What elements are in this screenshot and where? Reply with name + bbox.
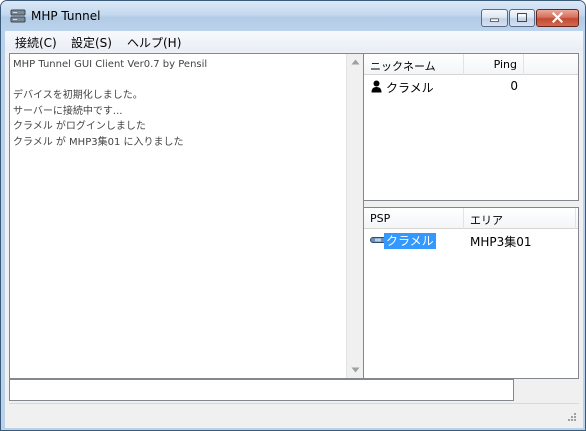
log-line: サーバーに接続中です...: [13, 105, 123, 117]
psp-row[interactable]: クラメル MHP3集01: [364, 232, 578, 250]
column-ping[interactable]: Ping: [464, 54, 524, 75]
maximize-icon: [517, 13, 527, 22]
user-icon: [371, 80, 382, 93]
minimize-button[interactable]: [481, 9, 508, 27]
menu-help[interactable]: ヘルプ(H): [127, 34, 181, 51]
menu-settings[interactable]: 設定(S): [71, 34, 112, 51]
log-line: デバイスを初期化しました。: [13, 90, 143, 101]
menu-connect[interactable]: 接続(C): [15, 34, 57, 51]
psp-list[interactable]: PSP エリア クラメル MHP3集01: [363, 207, 579, 379]
user-ping: 0: [510, 79, 518, 93]
log-line: クラメル がログインしました: [13, 121, 146, 132]
user-nickname: クラメル: [386, 81, 434, 95]
column-nickname[interactable]: ニックネーム: [364, 54, 464, 75]
log-text: MHP Tunnel GUI Client Ver0.7 by Pensil ​デ…: [13, 57, 343, 150]
psp-list-header: PSP エリア: [364, 208, 578, 229]
scroll-up-icon[interactable]: [351, 59, 360, 65]
log-line: クラメル が MHP3集01 に入りました: [13, 136, 184, 148]
client-area: MHP Tunnel GUI Client Ver0.7 by Pensil ​デ…: [5, 51, 583, 428]
resize-grip-icon[interactable]: [566, 411, 577, 422]
title-bar[interactable]: MHP Tunnel: [1, 1, 585, 31]
user-row[interactable]: クラメル 0: [364, 78, 578, 96]
column-area[interactable]: エリア: [464, 208, 576, 229]
log-line: MHP Tunnel GUI Client Ver0.7 by Pensil: [13, 59, 208, 70]
menu-bar: 接続(C) 設定(S) ヘルプ(H): [5, 31, 583, 51]
minimize-icon: [490, 18, 499, 22]
log-line: ​: [13, 73, 343, 89]
log-panel[interactable]: MHP Tunnel GUI Client Ver0.7 by Pensil ​デ…: [9, 53, 364, 379]
close-button[interactable]: [536, 9, 579, 27]
user-list-header: ニックネーム Ping: [364, 54, 578, 75]
psp-name: クラメル: [384, 233, 436, 249]
maximize-button[interactable]: [509, 9, 535, 27]
psp-area: MHP3集01: [470, 235, 532, 249]
chat-input[interactable]: [9, 379, 514, 401]
main-window: MHP Tunnel 接続(C) 設定(S) ヘルプ(H) MHP Tunnel…: [0, 0, 586, 431]
status-bar: [9, 403, 579, 424]
scroll-down-icon[interactable]: [351, 367, 360, 373]
close-icon: [551, 12, 564, 24]
window-title: MHP Tunnel: [31, 9, 101, 23]
app-icon: [10, 9, 26, 23]
log-scrollbar[interactable]: [346, 54, 363, 378]
user-list[interactable]: ニックネーム Ping クラメル 0: [363, 53, 579, 201]
column-psp[interactable]: PSP: [364, 208, 464, 229]
